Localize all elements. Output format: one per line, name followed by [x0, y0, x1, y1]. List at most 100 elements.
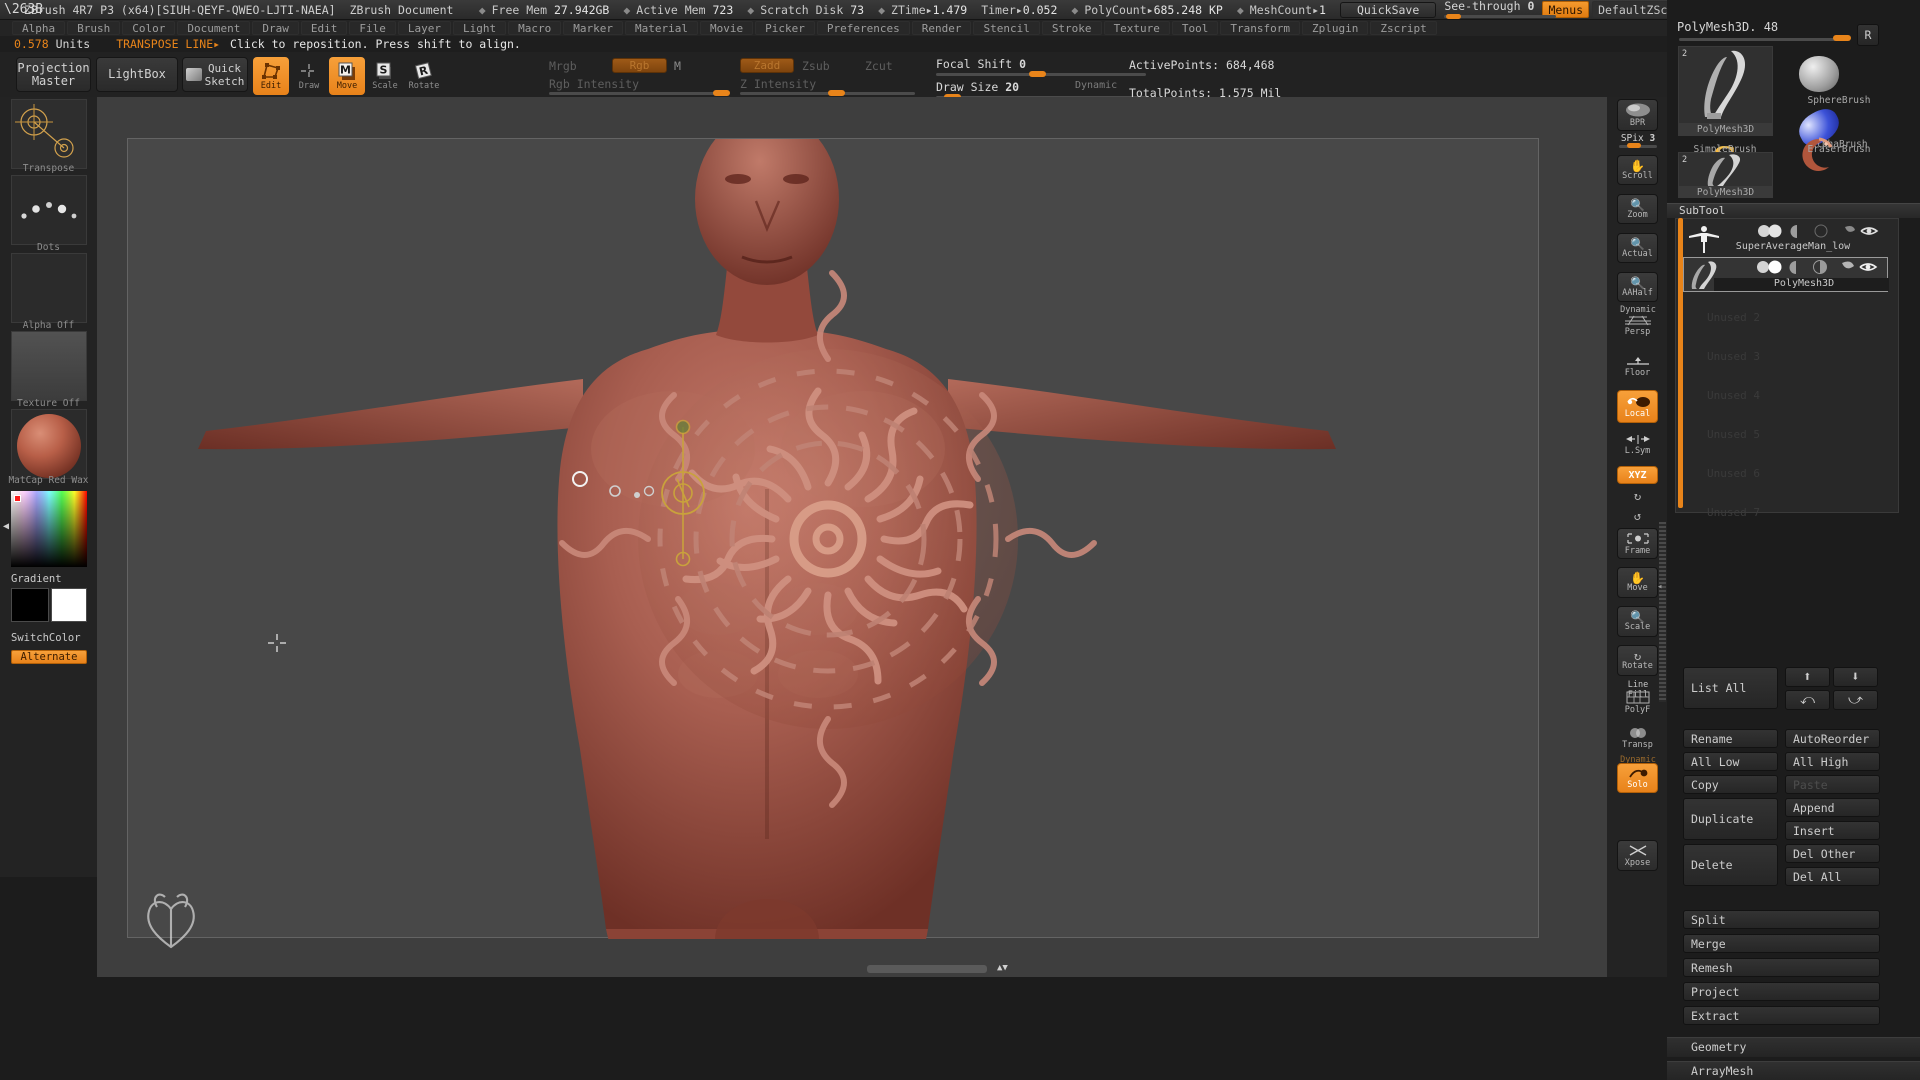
indent-out-button[interactable]: ⤻: [1833, 690, 1878, 710]
move-up-button[interactable]: ⬆: [1785, 667, 1830, 687]
projection-master-button[interactable]: Projection Master: [16, 57, 91, 92]
zadd-button[interactable]: Zadd: [740, 58, 794, 73]
focal-shift-label[interactable]: Focal Shift 0: [936, 57, 1026, 71]
extract-button[interactable]: Extract: [1683, 1006, 1880, 1025]
tool-slider-track[interactable]: [1679, 38, 1849, 41]
append-button[interactable]: Append: [1785, 798, 1880, 817]
transpose-tool-tile[interactable]: [11, 99, 87, 169]
r-button[interactable]: R: [1857, 24, 1879, 46]
menu-picker[interactable]: Picker: [755, 21, 815, 35]
right-strip-grip[interactable]: [1659, 522, 1666, 702]
menu-document[interactable]: Document: [177, 21, 251, 35]
rgb-intensity-label[interactable]: Rgb Intensity: [549, 77, 639, 91]
menu-layer[interactable]: Layer: [397, 21, 451, 35]
menu-tool[interactable]: Tool: [1171, 21, 1219, 35]
move-down-button[interactable]: ⬇: [1833, 667, 1878, 687]
actual-button[interactable]: 🔍 Actual: [1617, 233, 1658, 263]
menu-draw[interactable]: Draw: [252, 21, 299, 35]
copy-button[interactable]: Copy: [1683, 775, 1778, 794]
rgb-button[interactable]: Rgb: [612, 58, 667, 73]
section-arraymesh[interactable]: ArrayMesh: [1667, 1061, 1920, 1080]
rotate-view-button[interactable]: ↻ Rotate: [1617, 645, 1658, 676]
merge-button[interactable]: Merge: [1683, 934, 1880, 953]
bpr-button[interactable]: BPR: [1617, 99, 1658, 131]
scale-mode-button[interactable]: S Scale: [367, 57, 403, 95]
subtool-item-unused-2[interactable]: Unused 2: [1707, 311, 1760, 324]
scroll-button[interactable]: ✋ Scroll: [1617, 155, 1658, 185]
z-intensity-label[interactable]: Z Intensity: [740, 77, 816, 91]
tool-slider-knob[interactable]: [1833, 35, 1851, 41]
canvas-viewport[interactable]: ▲▼: [97, 97, 1607, 977]
stroke-tile[interactable]: [11, 175, 87, 245]
alternate-button[interactable]: Alternate: [11, 650, 87, 664]
menu-light[interactable]: Light: [452, 21, 507, 35]
frame-button[interactable]: Frame: [1617, 528, 1658, 559]
paste-button[interactable]: Paste: [1785, 775, 1880, 794]
menu-color[interactable]: Color: [122, 21, 176, 35]
menu-file[interactable]: File: [349, 21, 396, 35]
del-all-button[interactable]: Del All: [1785, 867, 1880, 886]
subtool-panel-title[interactable]: SubTool: [1667, 203, 1920, 218]
subtool-item-unused-6[interactable]: Unused 6: [1707, 467, 1760, 480]
rotate-y-button[interactable]: ↻: [1617, 487, 1658, 505]
persp-button[interactable]: Persp: [1617, 313, 1658, 339]
subtool-item-unused-5[interactable]: Unused 5: [1707, 428, 1760, 441]
indent-right-button[interactable]: ⤺: [1785, 690, 1830, 710]
menu-zplugin[interactable]: Zplugin: [1302, 21, 1369, 35]
dynamic-label[interactable]: Dynamic: [1075, 80, 1117, 91]
draw-size-label[interactable]: Draw Size 20: [936, 80, 1019, 94]
lsym-button[interactable]: L.Sym: [1617, 432, 1658, 458]
del-other-button[interactable]: Del Other: [1785, 844, 1880, 863]
menu-zscript[interactable]: Zscript: [1370, 21, 1437, 35]
rotate-z-button[interactable]: ↺: [1617, 507, 1658, 525]
rotate-mode-button[interactable]: R Rotate: [406, 57, 442, 95]
gradient-left-arrow-icon[interactable]: ◀: [3, 521, 9, 532]
menu-macro[interactable]: Macro: [508, 21, 562, 35]
spix-knob[interactable]: [1627, 143, 1641, 148]
menu-brush[interactable]: Brush: [67, 21, 121, 35]
zcut-button[interactable]: Zcut: [865, 59, 893, 73]
material-tile[interactable]: [11, 409, 87, 479]
subtool-item-polymesh3d[interactable]: PolyMesh3D: [1683, 257, 1889, 292]
menu-transform[interactable]: Transform: [1220, 21, 1301, 35]
local-button[interactable]: Local: [1617, 390, 1658, 423]
quick-sketch-button[interactable]: Quick Sketch: [182, 57, 248, 92]
insert-button[interactable]: Insert: [1785, 821, 1880, 840]
move-mode-button[interactable]: M Move: [329, 57, 365, 95]
mrgb-button[interactable]: Mrgb: [549, 59, 577, 73]
subtool-item-unused-4[interactable]: Unused 4: [1707, 389, 1760, 402]
secondary-color-swatch[interactable]: [51, 588, 87, 622]
zoom-button[interactable]: 🔍 Zoom: [1617, 194, 1658, 224]
menu-material[interactable]: Material: [624, 21, 698, 35]
subtool-item-superaverageman[interactable]: SuperAverageMan_low: [1683, 222, 1888, 257]
xpose-button[interactable]: Xpose: [1617, 840, 1658, 871]
see-through-knob[interactable]: [1446, 13, 1462, 19]
texture-tile[interactable]: [11, 331, 87, 401]
menu-stroke[interactable]: Stroke: [1041, 21, 1102, 35]
switchcolor-label[interactable]: SwitchColor: [0, 632, 97, 644]
quicksave-button[interactable]: QuickSave: [1339, 1, 1437, 18]
autoreorder-button[interactable]: AutoReorder: [1785, 729, 1880, 748]
section-geometry[interactable]: Geometry: [1667, 1037, 1920, 1057]
see-through-slider[interactable]: See-through 0: [1444, 0, 1557, 19]
list-all-button[interactable]: List All: [1683, 667, 1778, 709]
lightbox-button[interactable]: LightBox: [96, 57, 178, 92]
canvas-scrollbar-horizontal[interactable]: [867, 965, 987, 973]
xyz-button[interactable]: XYZ: [1617, 466, 1658, 484]
z-intensity-knob[interactable]: [828, 90, 845, 96]
duplicate-button[interactable]: Duplicate: [1683, 798, 1778, 840]
floor-button[interactable]: Floor: [1617, 352, 1658, 380]
all-high-button[interactable]: All High: [1785, 752, 1880, 771]
project-button[interactable]: Project: [1683, 982, 1880, 1001]
solo-button[interactable]: Solo: [1617, 763, 1658, 793]
canvas-nav-up-icon[interactable]: ▲▼: [997, 963, 1008, 973]
m-button[interactable]: M: [674, 59, 681, 73]
menu-edit[interactable]: Edit: [300, 21, 348, 35]
menu-render[interactable]: Render: [911, 21, 972, 35]
remesh-button[interactable]: Remesh: [1683, 958, 1880, 977]
document-area[interactable]: [127, 138, 1539, 939]
zsub-button[interactable]: Zsub: [802, 59, 830, 73]
subtool-item-unused-3[interactable]: Unused 3: [1707, 350, 1760, 363]
menu-alpha[interactable]: Alpha: [12, 21, 66, 35]
menu-marker[interactable]: Marker: [563, 21, 623, 35]
